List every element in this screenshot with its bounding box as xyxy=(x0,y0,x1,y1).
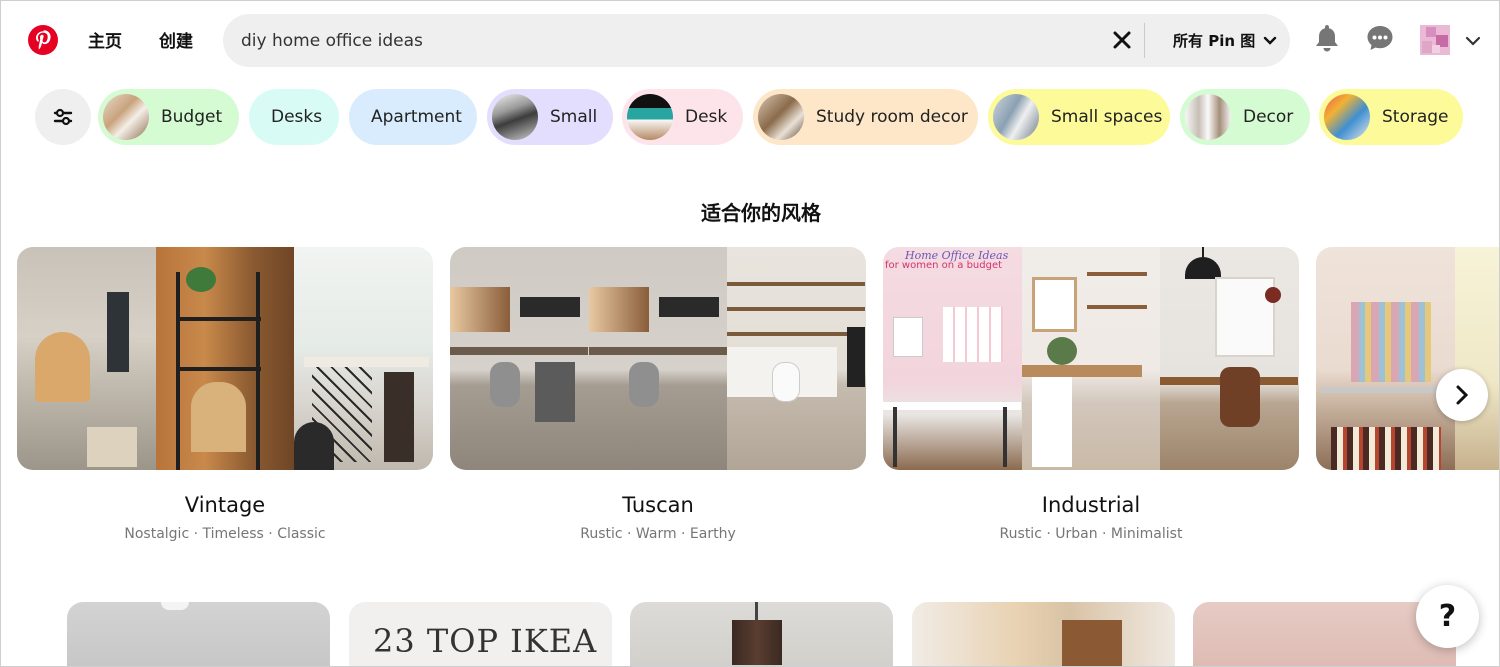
pin-card[interactable] xyxy=(912,602,1175,666)
notifications-bell-icon[interactable] xyxy=(1313,23,1341,53)
chip-thumbnail xyxy=(492,94,538,140)
section-title: 适合你的风格 xyxy=(701,201,821,225)
style-name: Tuscan xyxy=(622,493,694,517)
pin-card[interactable] xyxy=(67,602,330,666)
style-card-tuscan[interactable]: Tuscan Rustic · Warm · Earthy xyxy=(450,247,866,542)
nav-create[interactable]: 创建 xyxy=(159,27,193,52)
style-name: Industrial xyxy=(1041,493,1141,517)
style-collage-image xyxy=(17,247,433,470)
chip-label: Small spaces xyxy=(1051,107,1163,127)
search-divider xyxy=(1144,23,1145,58)
style-name: Vintage xyxy=(184,493,266,517)
chip-label: Desk xyxy=(685,107,728,127)
style-card-industrial[interactable]: Home Office Ideas for women on a budget xyxy=(883,247,1299,542)
chip-label: Budget xyxy=(161,107,223,127)
search-scope-dropdown[interactable]: 所有 Pin 图 xyxy=(1173,30,1277,51)
nav-home[interactable]: 主页 xyxy=(88,27,122,52)
chip-thumbnail xyxy=(1324,94,1370,140)
chevron-right-icon xyxy=(1456,385,1469,405)
chip-thumbnail xyxy=(758,94,804,140)
style-card-vintage[interactable]: Vintage Nostalgic · Timeless · Classic xyxy=(17,247,433,542)
chip-thumbnail xyxy=(993,94,1039,140)
chevron-down-icon xyxy=(1264,36,1277,45)
chip-thumbnail xyxy=(627,94,673,140)
style-tags: Nostalgic · Timeless · Classic xyxy=(124,526,326,542)
chip-study-room-decor[interactable]: Study room decor xyxy=(753,89,978,145)
pinterest-logo-icon[interactable] xyxy=(28,25,58,55)
chip-decor[interactable]: Decor xyxy=(1180,89,1310,145)
style-name: Mour xyxy=(1316,493,1499,517)
chip-budget[interactable]: Budget xyxy=(98,89,239,145)
style-collage-image xyxy=(1316,247,1499,470)
collage-caption-2: for women on a budget xyxy=(885,260,1003,271)
page: 主页 创建 所有 Pin 图 xyxy=(0,0,1500,667)
chip-label: Storage xyxy=(1382,107,1449,127)
chip-apartment[interactable]: Apartment xyxy=(349,89,477,145)
carousel-next-button[interactable] xyxy=(1436,369,1488,421)
pin-card[interactable]: 23 TOP IKEA xyxy=(349,602,612,666)
avatar[interactable] xyxy=(1420,25,1450,55)
sliders-icon xyxy=(53,108,73,126)
style-collage-image xyxy=(450,247,866,470)
style-tags: Rustic · Urban · Minimalist xyxy=(999,526,1183,542)
chip-label: Small xyxy=(550,107,598,127)
search-input[interactable] xyxy=(241,29,1101,53)
chip-small[interactable]: Small xyxy=(487,89,613,145)
style-collage-image: Home Office Ideas for women on a budget xyxy=(883,247,1299,470)
chip-thumbnail xyxy=(103,94,149,140)
chip-thumbnail xyxy=(1185,94,1231,140)
chip-label: Apartment xyxy=(371,107,462,127)
chip-desk[interactable]: Desk xyxy=(622,89,743,145)
search-scope-label: 所有 Pin 图 xyxy=(1173,32,1256,50)
pin-title-text: 23 TOP IKEA xyxy=(373,622,598,660)
clear-search-icon[interactable] xyxy=(1110,28,1134,52)
chip-storage[interactable]: Storage xyxy=(1319,89,1463,145)
chip-small-spaces[interactable]: Small spaces xyxy=(988,89,1170,145)
filter-chip-row: Budget Desks Apartment Small Desk Study … xyxy=(1,89,1499,145)
messages-icon[interactable] xyxy=(1366,23,1394,53)
chip-desks[interactable]: Desks xyxy=(249,89,339,145)
chip-label: Decor xyxy=(1243,107,1294,127)
help-button[interactable]: ? xyxy=(1416,585,1479,648)
chip-label: Desks xyxy=(271,107,323,127)
search-bar: 所有 Pin 图 xyxy=(223,14,1290,67)
chip-label: Study room decor xyxy=(816,107,968,127)
filter-settings-button[interactable] xyxy=(35,89,91,145)
top-nav: 主页 创建 所有 Pin 图 xyxy=(1,1,1499,81)
account-menu-chevron-icon[interactable] xyxy=(1465,32,1481,51)
style-tags: Rustic · xyxy=(1316,526,1499,542)
style-tags: Rustic · Warm · Earthy xyxy=(580,526,736,542)
pin-card[interactable] xyxy=(630,602,893,666)
